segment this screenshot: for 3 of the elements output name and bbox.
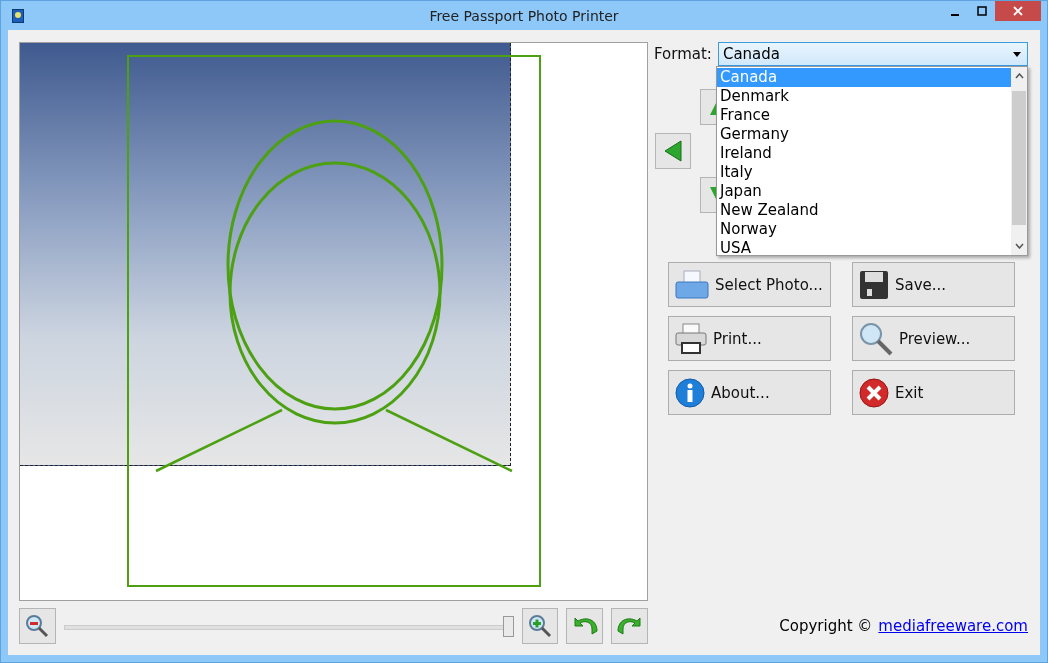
copyright-text: Copyright © — [779, 617, 873, 635]
window-title: Free Passport Photo Printer — [428, 8, 620, 24]
format-label: Format: — [654, 45, 712, 63]
